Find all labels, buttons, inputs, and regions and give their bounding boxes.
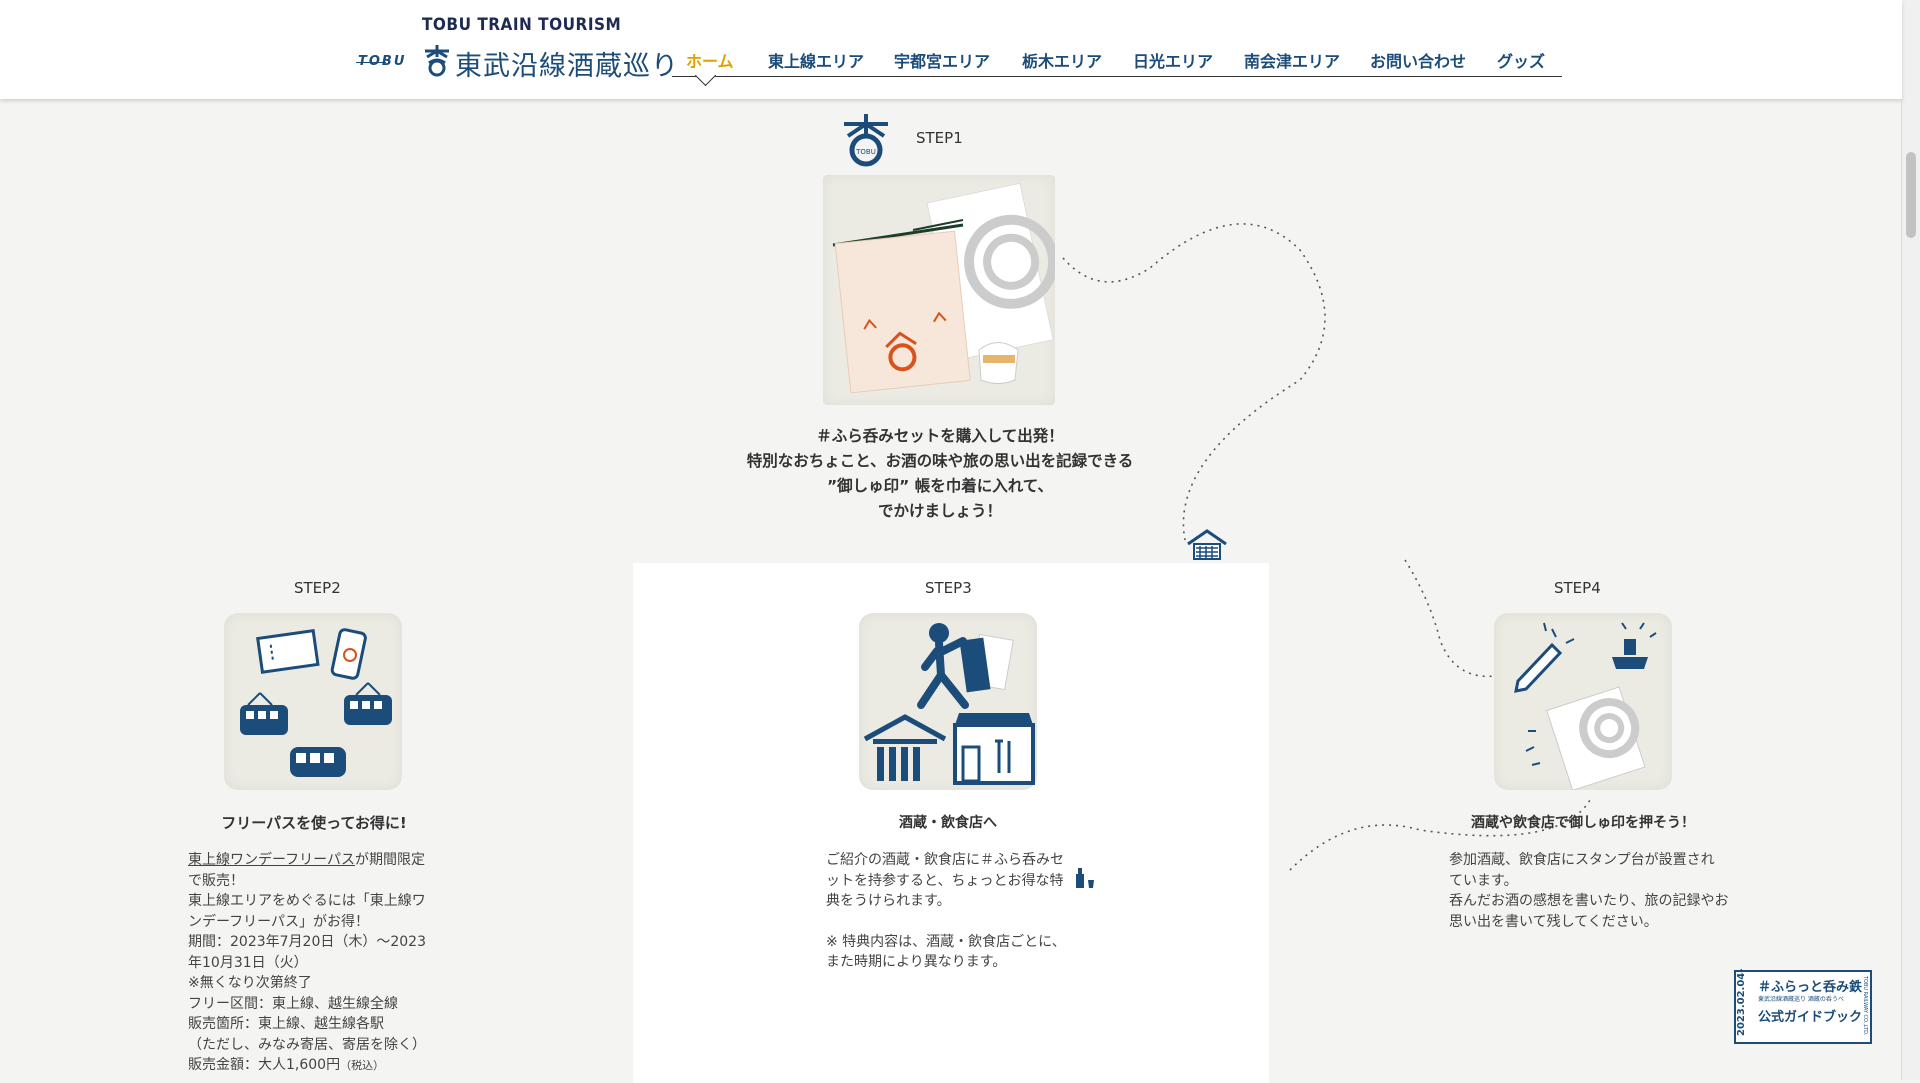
step3-line: また時期により異なります。 [826, 954, 1007, 970]
step1-line: ＃ふら呑みセットを購入して出発！ [816, 427, 1064, 445]
step4-caption: 酒蔵や飲食店で御しゅ印を押そう！ [1471, 815, 1695, 831]
step2-label: STEP2 [294, 579, 341, 597]
step1-description: ＃ふら呑みセットを購入して出発！ 特別なおちょこと、お酒の味や旅の思い出を記録で… [700, 424, 1180, 524]
nav-tojo-area[interactable]: 東上線エリア [768, 48, 864, 72]
step2-caption: フリーパスを使ってお得に! [221, 814, 407, 832]
step2-line: 年10月31日（火） [188, 954, 308, 971]
step3-image [859, 613, 1037, 790]
brewery-restaurant-illustration [863, 623, 1035, 785]
step3-line: ットを持参すると、ちょっとお得な特 [826, 872, 1064, 889]
brand-tagline: TOBU TRAIN TOURISM [422, 15, 622, 35]
step3-description: ご紹介の酒蔵・飲食店に＃ふら呑みセ ットを持参すると、ちょっとお得な特 典をうけ… [826, 850, 1086, 973]
step4-line: ています。 [1449, 872, 1518, 889]
nav-goods[interactable]: グッズ [1497, 48, 1545, 72]
step4-line: 呑んだお酒の感想を書いたり、旅の記録やお [1449, 893, 1729, 909]
step3-line: ※ 特典内容は、酒蔵・飲食店ごとに、 [826, 933, 1066, 950]
guide-side-text: TOBU RAILWAY CO.,LTD. [1862, 976, 1868, 1036]
step2-image [224, 613, 402, 790]
guide-subtitle: 東武沿線酒蔵巡り 酒蔵の呑うべ [1758, 996, 1844, 1003]
step1-line: 特別なおちょこと、お酒の味や旅の思い出を記録できる [746, 452, 1134, 470]
step2-description: 東上線ワンデーフリーパスが期間限定 で販売！ 東上線エリアをめぐるには「東上線ワ… [188, 850, 448, 1077]
nav-home[interactable]: ホーム [686, 48, 734, 72]
site-header: TOBU TRAIN TOURISM TOBU 東武沿線酒蔵巡り ホーム 東上線… [0, 0, 1902, 99]
step2-line: （ただし、みなみ寄居、寄居を除く） [188, 1036, 426, 1053]
step4-line: 思い出を書いて残してください。 [1449, 913, 1658, 930]
nav-utsunomiya-area[interactable]: 宇都宮エリア [894, 48, 990, 72]
step2-line: で販売！ [188, 872, 244, 889]
train-bus-pass-illustration [240, 628, 392, 777]
nav-tochigi-area[interactable]: 栃木エリア [1022, 48, 1102, 72]
step4-label: STEP4 [1554, 579, 1601, 597]
stamp-writing-illustration [1514, 622, 1657, 790]
step3-line: ご紹介の酒蔵・飲食店に＃ふら呑みセ [826, 852, 1064, 868]
step2-line: フリー区間：東上線、越生線全線 [188, 995, 398, 1012]
step2-line: ※無くなり次第終了 [188, 975, 312, 991]
sake-bottle-icon [1076, 868, 1094, 888]
scrollbar-thumb[interactable] [1906, 152, 1916, 238]
guide-label: 公式ガイドブック [1758, 1010, 1863, 1025]
step2-first-line: 東上線ワンデーフリーパスが期間限定 [188, 850, 448, 871]
guide-date: 2023.02.04- [1736, 968, 1747, 1036]
nav-contact[interactable]: お問い合わせ [1370, 48, 1466, 72]
step1-label: STEP1 [916, 129, 963, 147]
official-guidebook-banner[interactable]: 2023.02.04- ＃ふらっと呑み鉄 東武沿線酒蔵巡り 酒蔵の呑うべ 公式ガ… [1734, 968, 1872, 1044]
step3-line: 典をうけられます。 [826, 893, 951, 909]
brand-tobu-logo[interactable]: TOBU [358, 54, 406, 69]
step2-line: 東上線エリアをめぐるには「東上線ワ [188, 893, 426, 909]
house-icon [1187, 529, 1227, 560]
step2-line: ンデーフリーパス」がお得！ [188, 913, 370, 930]
furanomi-set-illustration [832, 182, 1055, 394]
step4-line: 参加酒蔵、飲食店にスタンプ台が設置され [1449, 852, 1715, 868]
page-scrollbar[interactable] [1901, 0, 1920, 1080]
step1-line: でかけましょう！ [877, 502, 1002, 520]
step2-line: が期間限定 [355, 852, 426, 868]
step4-image [1494, 613, 1672, 790]
step2-line: 販売箇所：東上線、越生線各駅 [188, 1016, 384, 1032]
step3-spacer [826, 912, 1086, 932]
free-pass-link[interactable]: 東上線ワンデーフリーパス [188, 852, 355, 868]
nomu-kanji-icon[interactable] [421, 43, 453, 77]
step3-label: STEP3 [925, 579, 972, 597]
step1-set-image [823, 175, 1055, 405]
nav-minamiaizu-area[interactable]: 南会津エリア [1244, 48, 1340, 72]
step2-line: 期間：2023年7月20日（木）～2023 [188, 934, 426, 950]
nomu-logo-icon: TOBU [844, 114, 888, 167]
step2-price-tax: （税込） [340, 1059, 385, 1072]
step2-price-line: 販売金額：大人1,600円（税込） [188, 1055, 448, 1077]
brand-name[interactable]: 東武沿線酒蔵巡り [455, 44, 679, 83]
step2-price: 販売金額：大人1,600円 [188, 1057, 341, 1073]
svg-text:TOBU: TOBU [855, 148, 876, 156]
step3-caption: 酒蔵・飲食店へ [899, 815, 997, 831]
nav-nikko-area[interactable]: 日光エリア [1133, 48, 1213, 72]
guide-title: ＃ふらっと呑み鉄 [1758, 980, 1863, 995]
step1-line: ”御しゅ印” 帳を巾着に入れて、 [826, 477, 1054, 495]
step4-description: 参加酒蔵、飲食店にスタンプ台が設置され ています。 呑んだお酒の感想を書いたり、… [1449, 850, 1729, 932]
main-nav: ホーム 東上線エリア 宇都宮エリア 栃木エリア 日光エリア 南会津エリア お問い… [672, 44, 1562, 87]
